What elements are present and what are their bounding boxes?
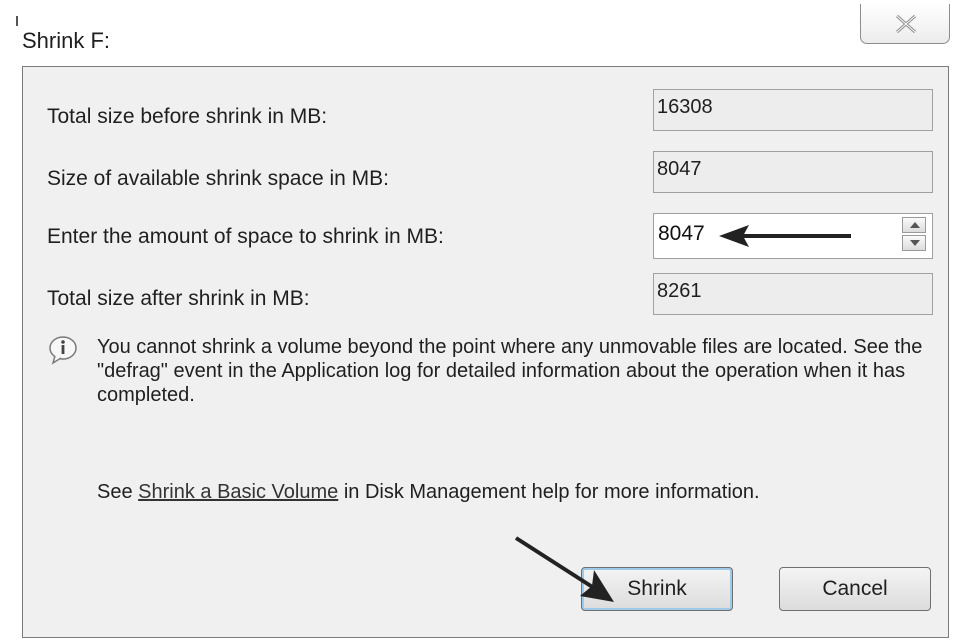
title-tick-mark (16, 16, 18, 26)
dialog-title: Shrink F: (22, 28, 111, 53)
spin-up-icon (910, 222, 920, 228)
dialog-panel: Total size before shrink in MB: 16308 Si… (22, 66, 949, 638)
info-icon (49, 336, 77, 365)
spin-up-button[interactable] (902, 217, 926, 233)
help-line: See Shrink a Basic Volume in Disk Manage… (97, 481, 760, 504)
close-x-icon (896, 14, 916, 34)
annotation-arrow-amount (719, 225, 851, 247)
total-before-field: 16308 (653, 89, 933, 131)
total-after-field: 8261 (653, 273, 933, 315)
close-button[interactable] (860, 4, 950, 44)
help-prefix: See (97, 481, 139, 503)
shrink-amount-input[interactable]: 8047 (658, 222, 705, 246)
spin-down-button[interactable] (902, 235, 926, 251)
cancel-button[interactable]: Cancel (779, 567, 931, 611)
info-message: You cannot shrink a volume beyond the po… (97, 336, 923, 406)
available-space-label: Size of available shrink space in MB: (47, 167, 389, 190)
spin-down-icon (910, 240, 920, 246)
annotation-arrow-shrink (514, 536, 614, 602)
available-space-field: 8047 (653, 151, 933, 193)
help-suffix: in Disk Management help for more informa… (338, 481, 760, 503)
help-link[interactable]: Shrink a Basic Volume (138, 481, 338, 503)
shrink-amount-label: Enter the amount of space to shrink in M… (47, 225, 444, 248)
total-before-label: Total size before shrink in MB: (47, 105, 328, 128)
total-after-label: Total size after shrink in MB: (47, 287, 310, 310)
